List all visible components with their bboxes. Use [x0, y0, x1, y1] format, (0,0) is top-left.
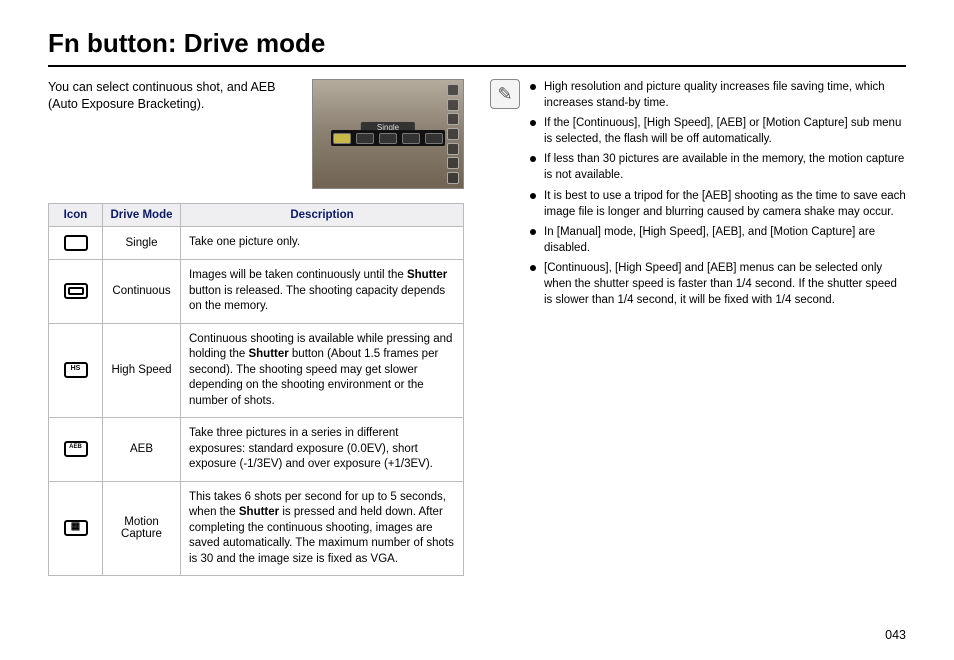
lcd-side-icon	[447, 143, 459, 155]
single-shot-icon	[64, 235, 88, 251]
note-item: [Continuous], [High Speed] and [AEB] men…	[530, 260, 906, 308]
lcd-side-icon	[447, 84, 459, 96]
high-speed-icon	[64, 362, 88, 378]
lcd-side-icon	[447, 113, 459, 125]
note-icon: ✎	[490, 79, 520, 109]
note-item: In [Manual] mode, [High Speed], [AEB], a…	[530, 224, 906, 256]
table-row: Motion Capture This takes 6 shots per se…	[49, 481, 464, 576]
lcd-side-icon	[447, 128, 459, 140]
note-item: If the [Continuous], [High Speed], [AEB]…	[530, 115, 906, 147]
intro-row: You can select continuous shot, and AEB …	[48, 79, 464, 189]
lcd-option-aeb-icon	[402, 133, 420, 144]
lcd-option-highspeed-icon	[379, 133, 397, 144]
notes-block: ✎ High resolution and picture quality in…	[490, 79, 906, 312]
lcd-option-motion-icon	[425, 133, 443, 144]
left-column: You can select continuous shot, and AEB …	[48, 79, 464, 576]
mode-label: High Speed	[103, 323, 181, 418]
aeb-icon	[64, 441, 88, 457]
mode-label: Single	[103, 227, 181, 260]
mode-label: Continuous	[103, 260, 181, 324]
mode-label: AEB	[103, 418, 181, 482]
lcd-side-icon	[447, 172, 459, 184]
table-row: High Speed Continuous shooting is availa…	[49, 323, 464, 418]
camera-lcd-preview: Single	[312, 79, 464, 189]
mode-desc: Images will be taken continuously until …	[181, 260, 464, 324]
page-title: Fn button: Drive mode	[48, 28, 906, 67]
lcd-menu-strip	[331, 130, 445, 146]
col-header-icon: Icon	[49, 204, 103, 227]
mode-desc: Take three pictures in a series in diffe…	[181, 418, 464, 482]
mode-desc: Take one picture only.	[181, 227, 464, 260]
content-columns: You can select continuous shot, and AEB …	[48, 79, 906, 576]
mode-desc: Continuous shooting is available while p…	[181, 323, 464, 418]
notes-list: High resolution and picture quality incr…	[530, 79, 906, 312]
right-column: ✎ High resolution and picture quality in…	[490, 79, 906, 576]
table-row: Single Take one picture only.	[49, 227, 464, 260]
note-item: If less than 30 pictures are available i…	[530, 151, 906, 183]
lcd-side-icon	[447, 99, 459, 111]
drive-mode-table: Icon Drive Mode Description Single Take …	[48, 203, 464, 576]
lcd-option-continuous-icon	[356, 133, 374, 144]
col-header-desc: Description	[181, 204, 464, 227]
mode-label: Motion Capture	[103, 481, 181, 576]
lcd-side-icons	[447, 84, 461, 184]
page-number: 043	[885, 628, 906, 642]
note-item: It is best to use a tripod for the [AEB]…	[530, 188, 906, 220]
lcd-side-icon	[447, 157, 459, 169]
continuous-icon	[64, 283, 88, 299]
note-item: High resolution and picture quality incr…	[530, 79, 906, 111]
motion-capture-icon	[64, 520, 88, 536]
intro-text: You can select continuous shot, and AEB …	[48, 79, 300, 113]
lcd-option-single-icon	[333, 133, 351, 144]
mode-desc: This takes 6 shots per second for up to …	[181, 481, 464, 576]
table-row: Continuous Images will be taken continuo…	[49, 260, 464, 324]
col-header-mode: Drive Mode	[103, 204, 181, 227]
table-row: AEB Take three pictures in a series in d…	[49, 418, 464, 482]
